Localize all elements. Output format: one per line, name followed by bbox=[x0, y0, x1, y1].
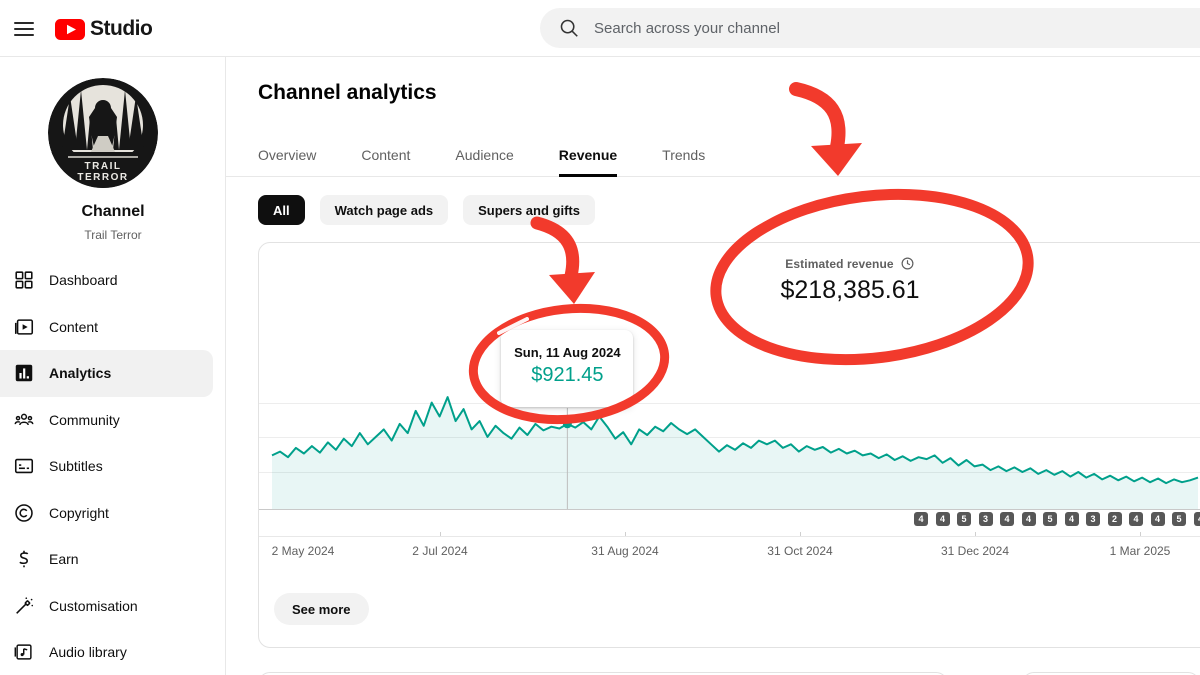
chip-watch-page-ads[interactable]: Watch page ads bbox=[319, 195, 449, 225]
sidebar-item-dashboard[interactable]: Dashboard bbox=[0, 257, 226, 304]
upload-marker-badge[interactable]: 3 bbox=[978, 512, 993, 526]
tab-overview[interactable]: Overview bbox=[258, 133, 316, 177]
revenue-chart-card bbox=[258, 242, 1200, 648]
sidebar-item-label: Dashboard bbox=[49, 272, 118, 289]
youtube-studio-logo[interactable]: Studio bbox=[55, 17, 153, 41]
svg-text:TRAIL: TRAIL bbox=[85, 161, 122, 172]
upload-marker-badge[interactable]: 4 bbox=[1193, 512, 1200, 526]
search-input[interactable] bbox=[594, 19, 1154, 37]
upload-marker-badge[interactable]: 4 bbox=[1150, 512, 1165, 526]
sidebar-item-label: Analytics bbox=[49, 365, 112, 382]
sidebar-item-label: Audio library bbox=[49, 644, 127, 661]
upload-marker-badge[interactable]: 4 bbox=[1021, 512, 1036, 526]
x-axis-tick-label: 2 May 2024 bbox=[271, 544, 335, 558]
red-arrow-revenue bbox=[789, 82, 846, 154]
tooltip-date: Sun, 11 Aug 2024 bbox=[514, 345, 621, 360]
analytics-icon bbox=[12, 361, 36, 385]
sidebar-item-community[interactable]: Community bbox=[0, 397, 226, 444]
x-axis-tick-label: 1 Mar 2025 bbox=[1109, 544, 1171, 558]
chart-baseline bbox=[259, 509, 1200, 510]
analytics-tabs: Overview Content Audience Revenue Trends bbox=[258, 133, 705, 177]
sidebar-item-label: Community bbox=[49, 411, 120, 428]
gridline bbox=[259, 437, 1200, 438]
channel-title: Channel bbox=[81, 203, 145, 220]
x-axis-tick bbox=[800, 532, 801, 536]
upload-marker-badge[interactable]: 5 bbox=[957, 512, 971, 526]
sidebar-item-label: Earn bbox=[49, 551, 79, 568]
trail-terror-logo: TRAIL TERROR bbox=[48, 78, 158, 188]
sidebar-item-analytics[interactable]: Analytics bbox=[0, 350, 213, 397]
metric-value: $218,385.61 bbox=[780, 276, 920, 304]
x-axis-tick bbox=[1140, 532, 1141, 536]
chip-all[interactable]: All bbox=[258, 195, 305, 225]
tab-content[interactable]: Content bbox=[361, 133, 410, 177]
sidebar-item-label: Customisation bbox=[49, 597, 138, 614]
gridline bbox=[259, 472, 1200, 473]
metric-label: Estimated revenue bbox=[785, 256, 894, 271]
search-icon bbox=[560, 19, 578, 37]
page-title: Channel analytics bbox=[258, 81, 437, 104]
sidebar-item-copyright[interactable]: Copyright bbox=[0, 490, 226, 537]
upload-marker-badge[interactable]: 4 bbox=[1064, 512, 1079, 526]
customisation-icon bbox=[12, 594, 36, 618]
see-more-button[interactable]: See more bbox=[274, 593, 369, 625]
sidebar: TRAIL TERROR Channel Trail Terror Dashbo… bbox=[0, 57, 226, 675]
x-axis-line bbox=[259, 536, 1200, 537]
studio-wordmark: Studio bbox=[90, 17, 153, 40]
x-axis-tick-label: 2 Jul 2024 bbox=[412, 544, 468, 558]
upload-marker-badge[interactable]: 5 bbox=[1043, 512, 1057, 526]
upload-marker-badge[interactable]: 4 bbox=[914, 512, 928, 526]
x-axis-tick bbox=[625, 532, 626, 536]
sidebar-item-label: Copyright bbox=[49, 504, 109, 521]
upload-marker-badge[interactable]: 4 bbox=[935, 512, 950, 526]
x-axis-tick bbox=[440, 532, 441, 536]
revenue-filter-chips: All Watch page ads Supers and gifts bbox=[258, 195, 595, 225]
channel-name: Trail Terror bbox=[84, 228, 142, 242]
clock-icon bbox=[901, 257, 914, 270]
upload-marker-badge[interactable]: 5 bbox=[1172, 512, 1186, 526]
upload-marker-badge[interactable]: 3 bbox=[1086, 512, 1100, 526]
sidebar-item-label: Subtitles bbox=[49, 458, 103, 475]
search-bar[interactable] bbox=[540, 8, 1200, 48]
tab-trends[interactable]: Trends bbox=[662, 133, 705, 177]
dashboard-icon bbox=[12, 268, 36, 292]
sidebar-item-label: Content bbox=[49, 318, 99, 335]
upload-marker-badge[interactable]: 2 bbox=[1107, 512, 1122, 526]
upload-marker-badge[interactable]: 4 bbox=[1000, 512, 1014, 526]
svg-text:TERROR: TERROR bbox=[77, 172, 128, 183]
content-icon bbox=[12, 315, 36, 339]
topbar: Studio bbox=[0, 0, 1200, 57]
subtitles-icon bbox=[12, 454, 36, 478]
chart-tooltip: Sun, 11 Aug 2024 $921.45 bbox=[501, 330, 634, 407]
sidebar-item-audio-library[interactable]: Audio library bbox=[0, 629, 226, 675]
copyright-icon bbox=[12, 501, 36, 525]
sidebar-item-content[interactable]: Content bbox=[0, 304, 226, 351]
x-axis-tick-label: 31 Aug 2024 bbox=[591, 544, 659, 558]
estimated-revenue-metric: Estimated revenue $218,385.61 bbox=[770, 256, 930, 305]
youtube-play-icon bbox=[55, 18, 85, 40]
chip-supers-and-gifts[interactable]: Supers and gifts bbox=[463, 195, 595, 225]
x-axis-tick-label: 31 Oct 2024 bbox=[767, 544, 833, 558]
earn-icon bbox=[12, 547, 36, 571]
sidebar-item-earn[interactable]: Earn bbox=[0, 536, 226, 583]
tooltip-value: $921.45 bbox=[531, 364, 604, 386]
menu-hamburger-icon[interactable] bbox=[14, 18, 34, 38]
sidebar-item-subtitles[interactable]: Subtitles bbox=[0, 443, 226, 490]
x-axis-tick-label: 31 Dec 2024 bbox=[940, 544, 1010, 558]
tab-revenue[interactable]: Revenue bbox=[558, 133, 618, 177]
tab-audience[interactable]: Audience bbox=[455, 133, 513, 177]
upload-marker-badge[interactable]: 4 bbox=[1129, 512, 1143, 526]
youtube-studio-page: Studio T bbox=[0, 0, 1200, 675]
sidebar-item-customisation[interactable]: Customisation bbox=[0, 583, 226, 630]
community-icon bbox=[12, 408, 36, 432]
sidebar-menu: Dashboard Content Analytics Community Subtit… bbox=[0, 257, 226, 675]
audio-library-icon bbox=[12, 640, 36, 664]
channel-avatar[interactable]: TRAIL TERROR bbox=[48, 78, 158, 188]
x-axis-tick bbox=[975, 532, 976, 536]
gridline bbox=[259, 403, 1200, 404]
